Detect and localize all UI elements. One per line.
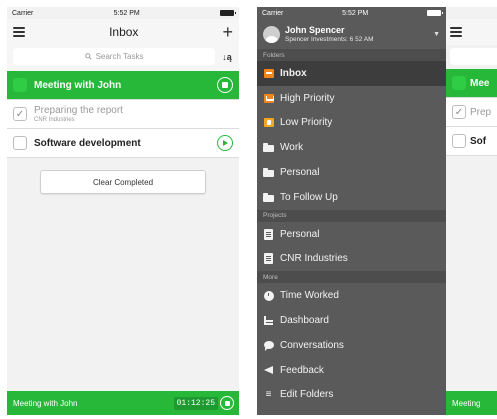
- menu-item-personal-folder[interactable]: Personal: [257, 160, 446, 185]
- stop-timer-button[interactable]: [220, 396, 234, 410]
- menu-item-inbox[interactable]: Inbox: [257, 61, 446, 86]
- menu-item-project-cnr[interactable]: CNR Industries: [257, 247, 446, 272]
- task-project: CNR Industries: [34, 117, 75, 123]
- section-header-folders: Folders: [257, 49, 446, 61]
- project-icon: [263, 228, 274, 240]
- menu-label: Personal: [280, 228, 320, 240]
- menu-item-feedback[interactable]: Feedback: [257, 358, 446, 383]
- clock-label: 5:52 PM: [342, 9, 369, 17]
- edit-icon: ≡: [265, 388, 272, 400]
- carrier-label: Carrier: [262, 9, 284, 17]
- menu-item-edit-folders[interactable]: ≡ Edit Folders: [257, 383, 446, 408]
- account-switcher[interactable]: John Spencer Spencer Investments: 6 52 A…: [257, 19, 446, 49]
- hamburger-icon[interactable]: [450, 27, 462, 37]
- menu-label: Personal: [280, 167, 320, 179]
- nav-bar: Inbox +: [7, 19, 239, 45]
- peek-task-row: Mee: [446, 69, 497, 98]
- task-checkbox[interactable]: [13, 136, 27, 150]
- hamburger-icon[interactable]: [13, 27, 25, 37]
- page-title: Inbox: [109, 25, 139, 39]
- folder-icon: [263, 167, 274, 178]
- avatar: [263, 25, 280, 43]
- task-row-running[interactable]: Meeting with John: [7, 71, 239, 100]
- menu-label: Edit Folders: [280, 389, 334, 401]
- chevron-down-icon: ▼: [433, 31, 440, 38]
- menu-item-to-follow-up[interactable]: To Follow Up: [257, 185, 446, 210]
- clock-icon: [263, 290, 274, 301]
- task-checkbox-checked[interactable]: ✓: [13, 107, 27, 121]
- menu-item-time-worked[interactable]: Time Worked: [257, 283, 446, 308]
- menu-label: Inbox: [280, 67, 307, 79]
- status-bar: Carrier 5:52 PM: [257, 7, 446, 19]
- task-row[interactable]: Software development: [7, 129, 239, 158]
- section-header-projects: Projects: [257, 209, 446, 222]
- menu-label: To Follow Up: [280, 191, 338, 203]
- menu-screen: Mee ✓ Prep Sof Meeting Carrier 5:52 PM Jo…: [257, 7, 497, 415]
- account-subtitle: Spencer Investments: 6 52 AM: [285, 36, 374, 43]
- inbox-peek[interactable]: Mee ✓ Prep Sof Meeting: [446, 7, 497, 415]
- play-icon: [223, 140, 229, 146]
- menu-label: Work: [280, 142, 304, 154]
- menu-label: CNR Industries: [280, 253, 348, 265]
- peek-timer-bar: Meeting: [446, 391, 497, 415]
- megaphone-icon: [263, 365, 274, 376]
- inbox-screen: Carrier 5:52 PM Inbox + Search Tasks ↓ą …: [7, 7, 239, 415]
- search-row: Search Tasks ↓ą: [7, 45, 239, 71]
- stop-icon: [222, 82, 228, 88]
- menu-label: Feedback: [280, 364, 324, 376]
- task-title: Meeting with John: [34, 79, 122, 91]
- side-drawer: Carrier 5:52 PM John Spencer Spencer Inv…: [257, 7, 446, 415]
- add-task-button[interactable]: +: [222, 23, 233, 41]
- stop-icon: [224, 400, 230, 406]
- clock-label: 5:52 PM: [113, 9, 140, 17]
- clear-completed-button[interactable]: Clear Completed: [40, 170, 206, 194]
- menu-item-conversations[interactable]: Conversations: [257, 333, 446, 358]
- task-title: Software development: [34, 137, 141, 149]
- menu-item-project-personal[interactable]: Personal: [257, 222, 446, 247]
- peek-task-row: Sof: [446, 127, 497, 156]
- folder-icon: [263, 192, 274, 203]
- menu-label: Time Worked: [280, 290, 339, 302]
- project-icon: [263, 253, 274, 265]
- status-bar: Carrier 5:52 PM: [7, 7, 239, 19]
- task-row-completed[interactable]: ✓ Preparing the report CNR Industries: [7, 100, 239, 129]
- search-placeholder: Search Tasks: [95, 52, 144, 61]
- account-name: John Spencer: [285, 25, 345, 35]
- section-header-more: More: [257, 271, 446, 284]
- inbox-icon: [263, 68, 274, 79]
- menu-item-high-priority[interactable]: High Priority: [257, 86, 446, 111]
- app-store-screenshots: Carrier 5:52 PM Inbox + Search Tasks ↓ą …: [0, 0, 497, 419]
- menu-label: Conversations: [280, 339, 344, 351]
- battery-icon: [427, 10, 443, 16]
- task-title: Preparing the report: [34, 105, 123, 116]
- peek-task-row: ✓ Prep: [446, 98, 497, 127]
- sort-az-icon[interactable]: ↓ą: [221, 52, 233, 62]
- running-timer-bar[interactable]: Meeting with John 01:12:25: [7, 391, 239, 415]
- peek-search: [450, 48, 497, 65]
- carrier-label: Carrier: [12, 9, 34, 17]
- stop-timer-button[interactable]: [217, 77, 233, 93]
- dashboard-icon: [263, 315, 274, 326]
- menu-label: High Priority: [280, 92, 335, 104]
- chat-icon: [263, 340, 274, 352]
- search-icon: [84, 53, 92, 60]
- low-priority-icon: [263, 117, 274, 128]
- menu-label: Low Priority: [280, 117, 333, 129]
- folder-icon: [263, 142, 274, 153]
- menu-item-dashboard[interactable]: Dashboard: [257, 308, 446, 333]
- menu-item-low-priority[interactable]: Low Priority: [257, 111, 446, 136]
- high-priority-icon: [263, 93, 274, 104]
- running-task-title: Meeting with John: [13, 398, 78, 408]
- start-timer-button[interactable]: [217, 135, 233, 151]
- menu-label: Dashboard: [280, 315, 329, 327]
- menu-item-work[interactable]: Work: [257, 135, 446, 160]
- search-input[interactable]: Search Tasks: [13, 48, 215, 65]
- task-checkbox[interactable]: [13, 78, 27, 92]
- battery-icon: [220, 10, 236, 16]
- timer-readout: 01:12:25: [173, 396, 218, 410]
